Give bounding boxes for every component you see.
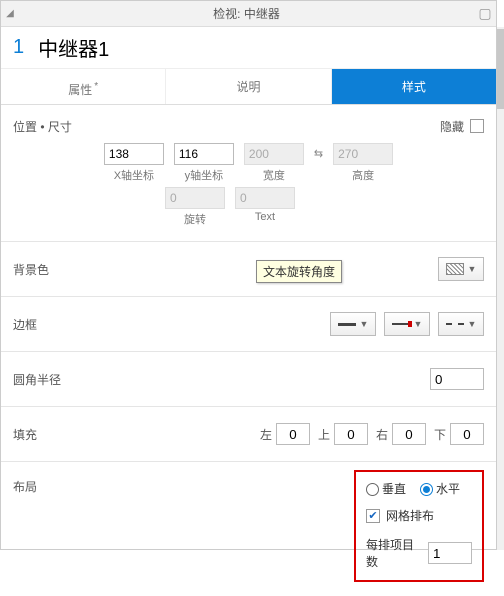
pad-top-input[interactable] — [334, 423, 368, 445]
collapse-chevron-icon[interactable]: ◢ — [1, 8, 19, 19]
pad-right-label: 右 — [376, 426, 388, 443]
y-input[interactable] — [174, 143, 234, 165]
text-rot-field: Text — [235, 187, 295, 227]
border-width-button[interactable]: ▼ — [330, 312, 376, 336]
w-label: 宽度 — [244, 167, 304, 183]
padding-label: 填充 — [13, 426, 37, 443]
section-layout: 布局 垂直 水平 网格排布 每排项目数 — [1, 462, 496, 596]
chevron-down-icon: ▼ — [414, 319, 423, 329]
rot-label: 旋转 — [165, 211, 225, 227]
radio-icon — [420, 483, 433, 496]
border-color-button[interactable]: ▼ — [384, 312, 430, 336]
w-input — [244, 143, 304, 165]
vertical-scrollbar[interactable] — [497, 27, 504, 550]
x-input[interactable] — [104, 143, 164, 165]
y-label: y轴坐标 — [174, 167, 234, 183]
bgcolor-label: 背景色 — [13, 261, 49, 278]
panel-title: 检视: 中继器 — [19, 5, 474, 22]
pad-left-input[interactable] — [276, 423, 310, 445]
tab-notes[interactable]: 说明 — [166, 69, 331, 104]
object-name[interactable]: 中继器1 — [38, 33, 109, 62]
rot-field: 旋转 — [165, 187, 225, 227]
aspect-lock-icon[interactable]: ⇆ — [314, 147, 323, 160]
pad-bottom-input[interactable] — [450, 423, 484, 445]
object-index: 1 — [13, 36, 24, 59]
tab-properties-label: 属性 — [68, 83, 92, 97]
section-position: 位置 • 尺寸 隐藏 X轴坐标 y轴坐标 — [1, 105, 496, 242]
text-rot-input — [235, 187, 295, 209]
scrollbar-thumb[interactable] — [497, 29, 504, 109]
grid-checkbox[interactable] — [366, 509, 380, 523]
hide-checkbox[interactable] — [470, 119, 484, 133]
tooltip: 文本旋转角度 — [256, 260, 342, 283]
rot-input — [165, 187, 225, 209]
layout-label: 布局 — [13, 470, 37, 495]
panel-title-bar: ◢ 检视: 中继器 ▢ — [1, 1, 496, 27]
tab-strip: 属性* 说明 样式 — [1, 69, 496, 105]
radius-label: 圆角半径 — [13, 371, 61, 388]
layout-highlight-box: 垂直 水平 网格排布 每排项目数 — [354, 470, 484, 582]
x-label: X轴坐标 — [104, 167, 164, 183]
border-style-button[interactable]: ▼ — [438, 312, 484, 336]
per-row-input[interactable] — [428, 542, 472, 564]
dash-style-icon — [446, 323, 464, 325]
pen-color-icon — [392, 323, 410, 325]
section-border: 边框 ▼ ▼ ▼ — [1, 297, 496, 352]
bgcolor-picker-button[interactable]: ▼ — [438, 257, 484, 281]
pad-right-input[interactable] — [392, 423, 426, 445]
radio-horizontal[interactable]: 水平 — [420, 480, 460, 497]
chevron-down-icon: ▼ — [468, 319, 477, 329]
pad-left-label: 左 — [260, 426, 272, 443]
section-padding: 填充 左 上 右 下 — [1, 407, 496, 462]
radio-icon — [366, 483, 379, 496]
per-row-label: 每排项目数 — [366, 536, 420, 570]
chevron-down-icon: ▼ — [468, 264, 477, 274]
pad-bottom-label: 下 — [434, 426, 446, 443]
section-bgcolor: 背景色 ▼ — [1, 242, 496, 297]
y-field: y轴坐标 — [174, 143, 234, 183]
tab-properties[interactable]: 属性* — [1, 69, 166, 104]
h-field: 高度 — [333, 143, 393, 183]
text-rot-label: Text — [235, 211, 295, 223]
chevron-down-icon: ▼ — [360, 319, 369, 329]
line-weight-icon — [338, 323, 356, 326]
radio-vertical-label: 垂直 — [382, 482, 406, 496]
object-header: 1 中继器1 — [1, 27, 496, 69]
hatch-icon — [446, 263, 464, 275]
hide-label: 隐藏 — [440, 118, 464, 135]
position-header: 位置 • 尺寸 — [13, 118, 72, 135]
w-field: 宽度 — [244, 143, 304, 183]
document-icon[interactable]: ▢ — [474, 5, 496, 22]
grid-label: 网格排布 — [386, 507, 434, 524]
dirty-marker: * — [94, 81, 98, 92]
border-label: 边框 — [13, 316, 37, 333]
h-label: 高度 — [333, 167, 393, 183]
h-input — [333, 143, 393, 165]
radio-vertical[interactable]: 垂直 — [366, 480, 406, 497]
x-field: X轴坐标 — [104, 143, 164, 183]
radio-horizontal-label: 水平 — [436, 482, 460, 496]
section-radius: 圆角半径 — [1, 352, 496, 407]
tab-style[interactable]: 样式 — [332, 69, 496, 104]
pad-top-label: 上 — [318, 426, 330, 443]
radius-input[interactable] — [430, 368, 484, 390]
